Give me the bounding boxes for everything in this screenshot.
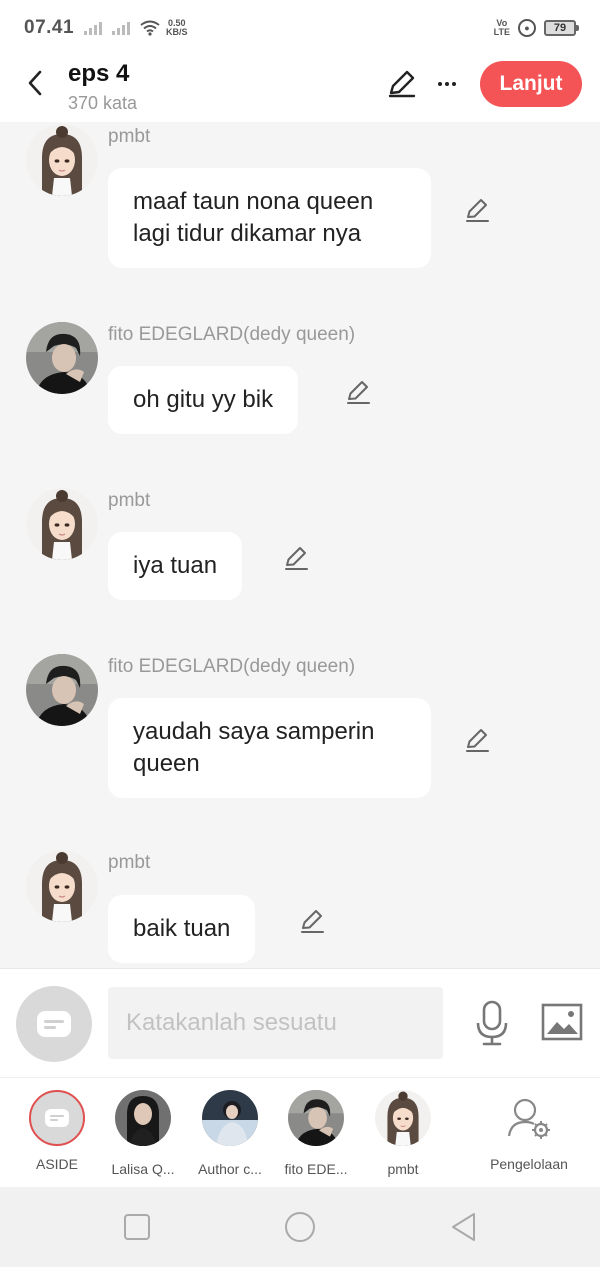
- avatar[interactable]: [26, 654, 98, 726]
- edit-icon[interactable]: [463, 196, 491, 224]
- manage-label: Pengelolaan: [490, 1156, 568, 1172]
- edit-icon[interactable]: [298, 907, 326, 935]
- avatar[interactable]: [26, 850, 98, 922]
- character-aside[interactable]: ASIDE: [14, 1090, 100, 1172]
- nav-square-icon[interactable]: [121, 1211, 153, 1243]
- volte-indicator: Vo LTE: [494, 19, 510, 37]
- manage-characters-button[interactable]: Pengelolaan: [480, 1090, 578, 1172]
- sender-name: pmbt: [108, 852, 151, 873]
- more-icon: [438, 82, 442, 86]
- avatar: [115, 1090, 171, 1146]
- battery-icon: 79: [544, 20, 579, 36]
- back-button[interactable]: [20, 68, 50, 98]
- edit-icon[interactable]: [386, 68, 418, 100]
- battery-level: 79: [553, 22, 567, 34]
- character-label: fito EDE...: [284, 1161, 348, 1177]
- character-author[interactable]: Author c...: [187, 1090, 273, 1177]
- message-text-line: oh gitu yy bik: [133, 386, 274, 413]
- network-speed-unit: KB/S: [166, 27, 188, 37]
- edit-icon[interactable]: [282, 544, 310, 572]
- volte-bottom: LTE: [493, 27, 510, 37]
- status-time: 07.41: [24, 17, 75, 38]
- manage-user-icon: [507, 1098, 550, 1139]
- character-label: pmbt: [387, 1161, 419, 1177]
- message-text-line: iya tuan: [133, 552, 218, 579]
- aside-icon: [37, 1011, 71, 1037]
- avatar: [29, 1090, 85, 1146]
- character-label: Author c...: [198, 1161, 262, 1177]
- sender-name: fito EDEGLARD(dedy queen): [108, 656, 356, 677]
- avatar: [202, 1090, 258, 1146]
- message-text-line: baik tuan: [133, 915, 231, 942]
- edit-icon[interactable]: [344, 378, 372, 406]
- character-label: Lalisa Q...: [111, 1161, 175, 1177]
- aside-toggle-button[interactable]: [16, 986, 92, 1062]
- message-input[interactable]: [108, 987, 443, 1059]
- avatar[interactable]: [26, 124, 98, 196]
- nav-back-triangle-icon[interactable]: [448, 1211, 480, 1243]
- message-bubble[interactable]: iya tuan: [108, 532, 243, 600]
- mic-icon[interactable]: [472, 999, 512, 1047]
- message-bubble[interactable]: oh gitu yy bik: [108, 366, 299, 434]
- message-bubble[interactable]: yaudah saya samperin queen: [108, 698, 431, 798]
- character-tray: ASIDE Lalisa Q... Author c... fito EDE..…: [0, 1077, 600, 1187]
- signal-icon: [84, 21, 103, 35]
- avatar: [375, 1090, 431, 1146]
- back-icon: [28, 70, 42, 96]
- message-text-line: maaf taun nona queen: [133, 188, 374, 215]
- more-button[interactable]: [432, 68, 462, 100]
- aside-icon: [45, 1109, 69, 1127]
- character-lalisa[interactable]: Lalisa Q...: [100, 1090, 186, 1177]
- input-bar: [0, 968, 600, 1077]
- header: eps 4 370 kata Lanjut: [0, 56, 600, 122]
- message-bubble[interactable]: baik tuan: [108, 895, 256, 963]
- sender-name: pmbt: [108, 126, 151, 147]
- system-navigation-bar: [0, 1187, 600, 1267]
- avatar[interactable]: [26, 488, 98, 560]
- nav-circle-icon[interactable]: [284, 1211, 316, 1243]
- edit-icon[interactable]: [463, 726, 491, 754]
- message-text-line: queen: [133, 750, 200, 777]
- status-bar: 07.41 0.50 KB/S Vo LTE ● 79: [0, 0, 600, 56]
- message-bubble[interactable]: maaf taun nona queen lagi tidur dikamar …: [108, 168, 431, 268]
- signal-icon-2: [112, 21, 131, 35]
- sender-name: pmbt: [108, 490, 151, 511]
- chat-area[interactable]: pmbt maaf taun nona queen lagi tidur dik…: [0, 122, 600, 968]
- avatar: [288, 1090, 344, 1146]
- message-text-line: yaudah saya samperin: [133, 718, 375, 745]
- character-fito[interactable]: fito EDE...: [273, 1090, 359, 1177]
- page-title: eps 4: [68, 60, 130, 87]
- sender-name: fito EDEGLARD(dedy queen): [108, 324, 356, 345]
- network-speed: 0.50 KB/S: [166, 19, 188, 37]
- message-text-line: lagi tidur dikamar nya: [133, 220, 362, 247]
- character-pmbt[interactable]: pmbt: [360, 1090, 446, 1177]
- word-count: 370 kata: [68, 93, 138, 113]
- image-icon[interactable]: [541, 1002, 583, 1042]
- avatar[interactable]: [26, 322, 98, 394]
- character-label: ASIDE: [35, 1156, 78, 1172]
- rotation-lock-icon: ●: [518, 19, 536, 37]
- wifi-icon: [140, 20, 160, 36]
- continue-button[interactable]: Lanjut: [480, 61, 582, 107]
